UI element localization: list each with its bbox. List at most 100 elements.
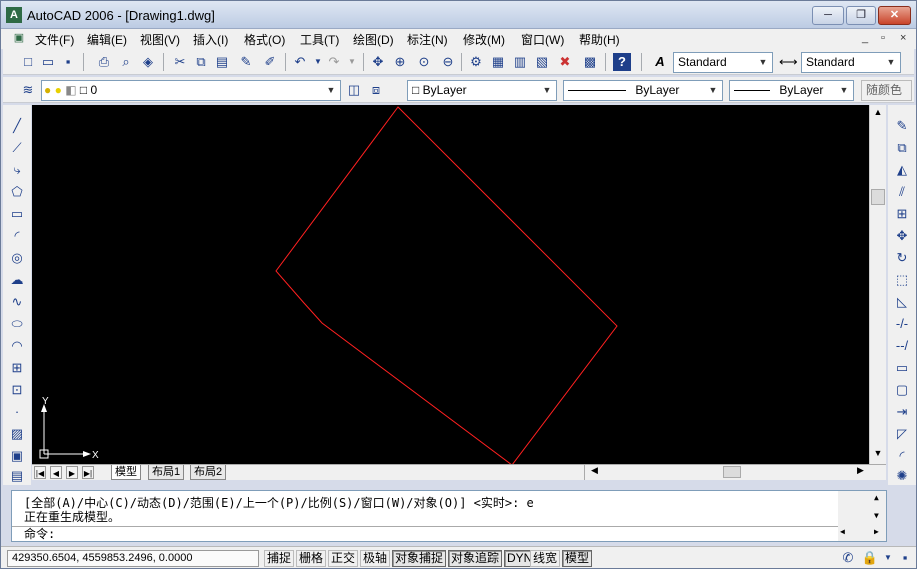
publish-icon[interactable]: ◈ (139, 53, 157, 71)
copy-icon[interactable]: ⧉ (192, 53, 210, 71)
scale-icon[interactable]: ⬚ (893, 271, 911, 289)
document-icon[interactable]: ▣ (11, 29, 27, 45)
break-icon[interactable]: ▢ (893, 381, 911, 399)
plot-icon[interactable]: ⎙ (95, 53, 113, 71)
osnap-toggle[interactable]: 对象捕捉 (392, 550, 447, 567)
break-at-point-icon[interactable]: ▭ (893, 359, 911, 377)
properties-icon[interactable]: ⚙ (467, 53, 485, 71)
linetype-select[interactable]: ByLayer ▼ (563, 80, 723, 101)
model-toggle[interactable]: 模型 (562, 550, 593, 567)
chevron-down-icon[interactable]: ▼ (837, 81, 851, 100)
extend-icon[interactable]: --/ (893, 337, 911, 355)
quickcalc-icon[interactable]: ▩ (581, 53, 599, 71)
sheet-set-icon[interactable]: ▧ (533, 53, 551, 71)
open-icon[interactable]: ▭ (39, 53, 57, 71)
lineweight-select[interactable]: ByLayer ▼ (729, 80, 854, 101)
color-select[interactable]: □ ByLayer ▼ (407, 80, 557, 101)
menu-tools[interactable]: 工具(T) (300, 31, 339, 48)
scroll-right-icon[interactable]: ▶ (874, 527, 879, 536)
scroll-up-icon[interactable]: ▲ (871, 107, 885, 121)
clean-screen-icon[interactable]: ▪ (896, 549, 914, 567)
otrack-toggle[interactable]: 对象追踪 (448, 550, 503, 567)
scroll-down-icon[interactable]: ▼ (874, 511, 879, 520)
make-block-icon[interactable]: ⊡ (8, 381, 26, 399)
previous-tab-icon[interactable]: ◀ (50, 466, 62, 479)
trim-icon[interactable]: -/- (893, 315, 911, 333)
close-button[interactable]: ✕ (878, 6, 911, 25)
array-icon[interactable]: ⊞ (893, 205, 911, 223)
revision-cloud-icon[interactable]: ☁ (8, 271, 26, 289)
construction-line-icon[interactable]: ⟋ (8, 139, 26, 157)
lock-icon[interactable]: 🔒 (861, 549, 879, 567)
zoom-realtime-icon[interactable]: ⊕ (391, 53, 409, 71)
lineweight-toggle[interactable]: 线宽 (530, 550, 561, 567)
menu-edit[interactable]: 编辑(E) (87, 31, 127, 48)
redo-icon[interactable]: ↷ (325, 53, 343, 71)
redo-dropdown-icon[interactable]: ▼ (343, 53, 361, 71)
polyline-icon[interactable]: ⤷ (8, 161, 26, 179)
menu-modify[interactable]: 修改(M) (463, 31, 505, 48)
pan-icon[interactable]: ✥ (369, 53, 387, 71)
line-icon[interactable]: ╱ (8, 117, 26, 135)
block-editor-icon[interactable]: ✐ (261, 53, 279, 71)
scroll-left-icon[interactable]: ◀ (591, 465, 598, 476)
mirror-icon[interactable]: ◭ (893, 161, 911, 179)
spline-icon[interactable]: ∿ (8, 293, 26, 311)
save-icon[interactable]: ▪ (59, 53, 77, 71)
layer-previous-icon[interactable]: ⧈ (367, 81, 385, 99)
table-icon[interactable]: ▤ (8, 467, 26, 485)
menu-help[interactable]: 帮助(H) (579, 31, 620, 48)
tool-palettes-icon[interactable]: ▥ (511, 53, 529, 71)
erase-icon[interactable]: ✎ (893, 117, 911, 135)
ellipse-arc-icon[interactable]: ◠ (8, 337, 26, 355)
polygon-icon[interactable]: ⬠ (8, 183, 26, 201)
make-object-layer-current-icon[interactable]: ◫ (345, 81, 363, 99)
chamfer-icon[interactable]: ◸ (893, 425, 911, 443)
autocad-app-icon[interactable]: A (6, 7, 22, 23)
menu-draw[interactable]: 绘图(D) (353, 31, 394, 48)
menu-view[interactable]: 视图(V) (140, 31, 180, 48)
menu-window[interactable]: 窗口(W) (521, 31, 564, 48)
doc-close-button[interactable]: × (900, 32, 906, 44)
fillet-icon[interactable]: ◜ (893, 447, 911, 465)
menu-file[interactable]: 文件(F) (35, 31, 74, 48)
command-scrollbar[interactable]: ▲ ▼ ◀ ▶ (838, 491, 886, 541)
plot-style-select[interactable]: 随颜色 (861, 80, 912, 101)
circle-icon[interactable]: ◎ (8, 249, 26, 267)
horizontal-scroll-thumb[interactable] (723, 466, 741, 478)
maximize-button[interactable]: ❐ (846, 6, 876, 25)
drawing-area[interactable]: Y X (32, 105, 869, 466)
minimize-button[interactable]: ─ (812, 6, 844, 25)
tab-layout2[interactable]: 布局2 (190, 465, 227, 480)
design-center-icon[interactable]: ▦ (489, 53, 507, 71)
scroll-up-icon[interactable]: ▲ (874, 493, 879, 502)
new-icon[interactable]: □ (19, 53, 37, 71)
move-icon[interactable]: ✥ (893, 227, 911, 245)
chevron-down-icon[interactable]: ▼ (756, 53, 770, 72)
ortho-toggle[interactable]: 正交 (328, 550, 359, 567)
menu-insert[interactable]: 插入(I) (193, 31, 228, 48)
hatch-icon[interactable]: ▨ (8, 425, 26, 443)
text-style-icon[interactable]: A (651, 53, 669, 71)
explode-icon[interactable]: ✺ (893, 467, 911, 485)
help-icon[interactable]: ? (613, 53, 631, 71)
tab-layout1[interactable]: 布局1 (148, 465, 185, 480)
dim-style-icon[interactable]: ⟷ (779, 53, 798, 71)
polar-toggle[interactable]: 极轴 (360, 550, 391, 567)
chevron-down-icon[interactable]: ▼ (324, 81, 338, 100)
command-prompt[interactable]: 命令: (12, 526, 886, 541)
vertical-scrollbar[interactable]: ▲ ▼ (869, 105, 886, 464)
rotate-icon[interactable]: ↻ (893, 249, 911, 267)
first-tab-icon[interactable]: |◀ (34, 466, 46, 479)
copy-object-icon[interactable]: ⧉ (893, 139, 911, 157)
dim-style-select[interactable]: Standard ▼ (801, 52, 901, 73)
zoom-window-icon[interactable]: ⊙ (415, 53, 433, 71)
doc-restore-button[interactable]: ▫ (881, 32, 885, 44)
join-icon[interactable]: ⇥ (893, 403, 911, 421)
paste-icon[interactable]: ▤ (213, 53, 231, 71)
drawn-polyline[interactable] (275, 106, 618, 466)
chevron-down-icon[interactable]: ▼ (706, 81, 720, 100)
chevron-down-icon[interactable]: ▼ (884, 53, 898, 72)
doc-minimize-button[interactable]: _ (862, 32, 868, 44)
text-style-select[interactable]: Standard ▼ (673, 52, 773, 73)
